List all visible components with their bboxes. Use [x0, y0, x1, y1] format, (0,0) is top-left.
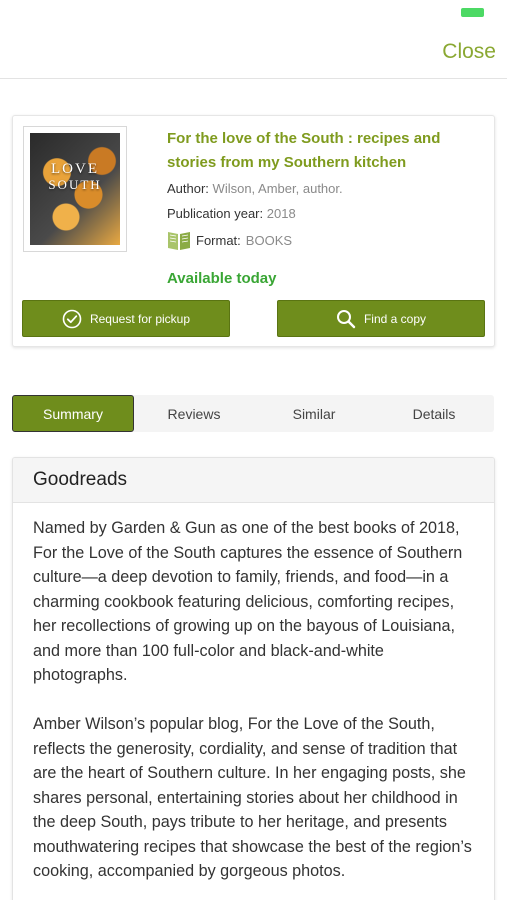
book-icon	[168, 232, 190, 250]
author-label: Author:	[167, 181, 209, 196]
checkmark-circle-icon	[62, 309, 82, 328]
format-value: BOOKS	[245, 232, 293, 248]
request-pickup-button[interactable]: Request for pickup	[22, 300, 230, 337]
book-cover[interactable]: LOVE SOUTH	[23, 126, 127, 252]
cover-title-art: LOVE SOUTH	[48, 161, 102, 193]
battery-indicator	[461, 8, 484, 17]
format-row: Format: BOOKS	[167, 229, 292, 251]
year-label: Publication year:	[167, 206, 264, 221]
search-icon	[336, 309, 356, 328]
tab-similar[interactable]: Similar	[254, 395, 374, 432]
book-title[interactable]: For the love of the South : recipes and …	[167, 127, 477, 175]
summary-heading: Goodreads	[13, 458, 494, 503]
availability-status: Available today	[167, 270, 277, 287]
year-value: 2018	[266, 206, 296, 221]
header-divider	[0, 78, 507, 79]
close-button[interactable]: Close	[442, 40, 496, 64]
format-label: Format:	[196, 232, 241, 248]
find-copy-button[interactable]: Find a copy	[277, 300, 485, 337]
tab-reviews[interactable]: Reviews	[134, 395, 254, 432]
summary-card: Goodreads Named by Garden & Gun as one o…	[12, 457, 495, 900]
tab-details[interactable]: Details	[374, 395, 494, 432]
find-copy-label: Find a copy	[363, 311, 427, 326]
tab-summary[interactable]: Summary	[12, 395, 134, 432]
author-value: Wilson, Amber, author.	[212, 181, 343, 196]
request-pickup-label: Request for pickup	[89, 311, 191, 326]
cover-image: LOVE SOUTH	[30, 133, 120, 245]
author-row: Author: Wilson, Amber, author.	[167, 181, 343, 196]
summary-paragraph: Amber Wilson’s popular blog, For the Lov…	[33, 715, 472, 880]
summary-body: Named by Garden & Gun as one of the best…	[13, 503, 494, 884]
summary-paragraph: Named by Garden & Gun as one of the best…	[33, 519, 463, 684]
tab-bar: Summary Reviews Similar Details	[12, 395, 494, 432]
book-card: LOVE SOUTH For the love of the South : r…	[12, 115, 495, 347]
publication-year-row: Publication year: 2018	[167, 206, 296, 221]
